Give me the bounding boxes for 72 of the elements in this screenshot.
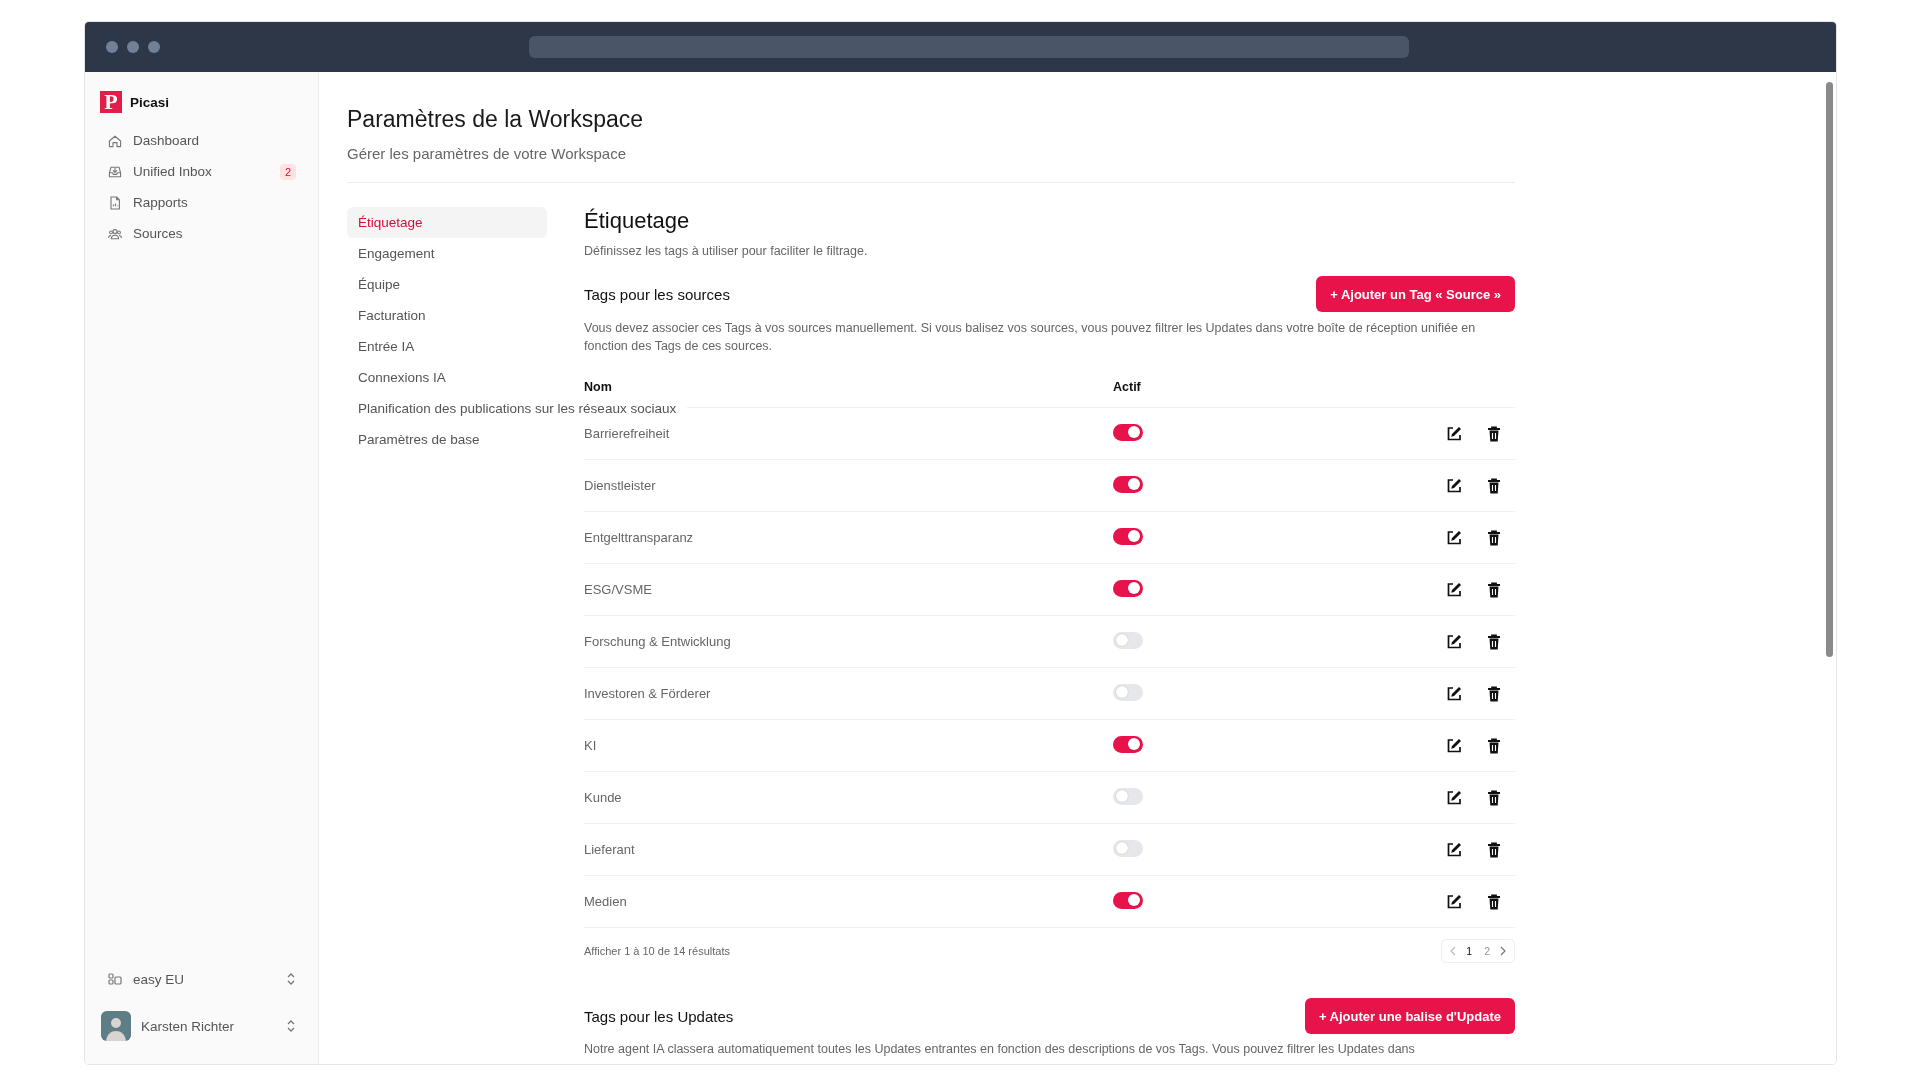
section-description: Définissez les tags à utiliser pour faciliter le filtrage.	[584, 244, 868, 258]
tag-name: KI	[584, 738, 597, 753]
document-icon	[107, 194, 123, 211]
column-header: Actif	[1113, 380, 1141, 394]
edit-icon[interactable]	[1445, 424, 1463, 443]
tag-name: Lieferant	[584, 842, 635, 857]
logo: P	[100, 91, 122, 113]
page-subtitle: Gérer les paramètres de votre Workspace	[347, 145, 626, 162]
sources-note: Vous devez associer ces Tags à vos sources manuellement. Si vous balisez vos sources, vous pouvez filtrer les Updates dans votre boîte de réception unifiée en fonction des Tags de ces sources.	[584, 320, 1477, 355]
toggle-switch[interactable]	[1113, 631, 1143, 649]
workspace-icon	[107, 971, 123, 987]
toggle-switch[interactable]	[1113, 683, 1143, 701]
trash-icon[interactable]	[1485, 736, 1503, 755]
updates-note: Notre agent IA classera automatiquement toutes les Updates entrantes en fonction des descriptions de vos Tags. Vous pouvez filtrer les Updates dans	[584, 1042, 1416, 1056]
toggle-switch[interactable]	[1113, 787, 1143, 805]
sidebar-item[interactable]: Sources	[99, 218, 304, 249]
user-menu[interactable]: Karsten Richter	[99, 1008, 304, 1044]
trash-icon[interactable]	[1485, 840, 1503, 859]
chevron-up-down-icon	[286, 972, 296, 986]
scrollbar-thumb[interactable]	[1825, 82, 1833, 657]
column-header: Nom	[584, 380, 612, 394]
add-update-tag-button[interactable]: + Ajouter une balise d'Update	[1304, 998, 1515, 1034]
trash-icon[interactable]	[1485, 580, 1503, 599]
subsection-title: Tags pour les Updates	[584, 1007, 734, 1025]
results-summary: Afficher 1 à 10 de 14 résultats	[584, 945, 730, 957]
edit-icon[interactable]	[1445, 632, 1463, 651]
trash-icon[interactable]	[1485, 632, 1503, 651]
tag-name: Investoren & Förderer	[584, 686, 711, 701]
trash-icon[interactable]	[1485, 892, 1503, 911]
trash-icon[interactable]	[1485, 788, 1503, 807]
sidebar-item[interactable]: Unified Inbox 2	[99, 156, 304, 187]
toggle-switch[interactable]	[1113, 839, 1143, 857]
edit-icon[interactable]	[1445, 684, 1463, 703]
page-title: Paramètres de la Workspace	[347, 106, 644, 133]
edit-icon[interactable]	[1445, 840, 1463, 859]
tag-name: Forschung & Entwicklung	[584, 634, 731, 649]
avatar-icon	[101, 1011, 131, 1041]
edit-icon[interactable]	[1445, 788, 1463, 807]
toggle-switch[interactable]	[1113, 475, 1143, 493]
toggle-switch[interactable]	[1113, 527, 1143, 545]
section-title: Étiquetage	[584, 207, 690, 235]
edit-icon[interactable]	[1445, 892, 1463, 911]
tag-name: Kunde	[584, 790, 622, 805]
tag-name: Barrierefreiheit	[584, 426, 670, 441]
count-badge: 2	[279, 163, 296, 180]
edit-icon[interactable]	[1445, 476, 1463, 495]
toggle-switch[interactable]	[1113, 735, 1143, 753]
settings-nav-item[interactable]: Étiquetage	[347, 207, 547, 238]
trash-icon[interactable]	[1485, 684, 1503, 703]
edit-icon[interactable]	[1445, 736, 1463, 755]
sidebar-item[interactable]: Rapports	[99, 187, 304, 218]
tag-name: Medien	[584, 894, 627, 909]
trash-icon[interactable]	[1485, 476, 1503, 495]
sidebar-item[interactable]: Dashboard	[99, 125, 304, 156]
chevron-right-icon[interactable]	[1499, 946, 1507, 956]
edit-icon[interactable]	[1445, 528, 1463, 547]
workspace-switcher[interactable]: easy EU	[99, 962, 304, 996]
toggle-switch[interactable]	[1113, 891, 1143, 909]
tag-name: Entgelttransparanz	[584, 530, 694, 545]
add-source-tag-button[interactable]: + Ajouter un Tag « Source »	[1316, 276, 1515, 312]
subsection-title: Tags pour les sources	[584, 285, 730, 303]
trash-icon[interactable]	[1485, 424, 1503, 443]
tag-name: ESG/VSME	[584, 582, 652, 597]
chevron-up-down-icon	[286, 1019, 296, 1033]
page-link[interactable]: 1	[1460, 945, 1479, 957]
toggle-switch[interactable]	[1113, 423, 1143, 441]
toggle-switch[interactable]	[1113, 579, 1143, 597]
window-controls-icon	[105, 40, 161, 54]
tag-name: Dienstleister	[584, 478, 656, 493]
brand-name: Picasi	[130, 94, 170, 110]
trash-icon[interactable]	[1485, 528, 1503, 547]
edit-icon[interactable]	[1445, 580, 1463, 599]
